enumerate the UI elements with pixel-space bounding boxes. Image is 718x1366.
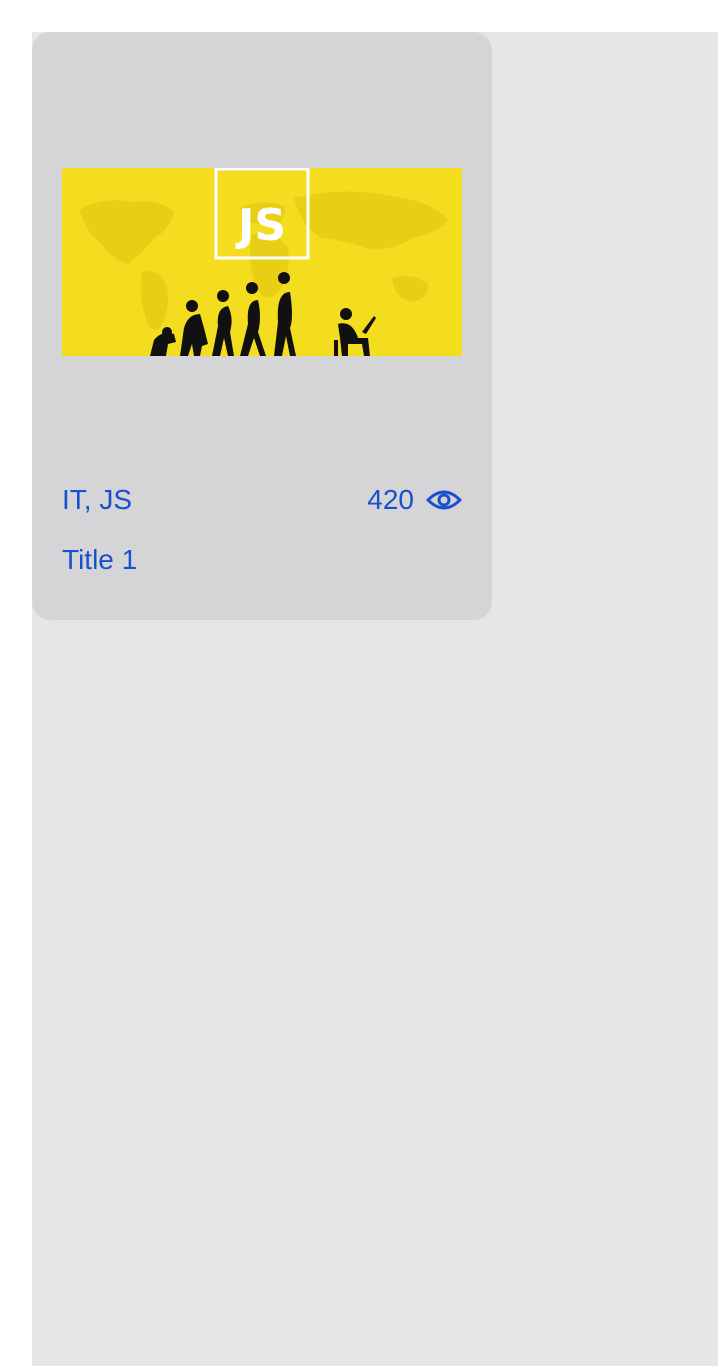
article-card[interactable]: JS IT, JS 420 Title 1 <box>32 32 492 620</box>
article-tags: IT, JS <box>62 484 133 515</box>
article-title[interactable]: Title 1 <box>62 544 137 576</box>
eye-icon <box>426 490 462 510</box>
page-content: JS IT, JS 420 Title 1 <box>32 32 718 1366</box>
js-badge-text: JS <box>235 200 286 251</box>
views-counter: 420 <box>367 484 462 516</box>
views-count: 420 <box>367 484 414 515</box>
card-meta-row: IT, JS 420 <box>62 480 462 520</box>
article-image: JS <box>62 168 462 356</box>
